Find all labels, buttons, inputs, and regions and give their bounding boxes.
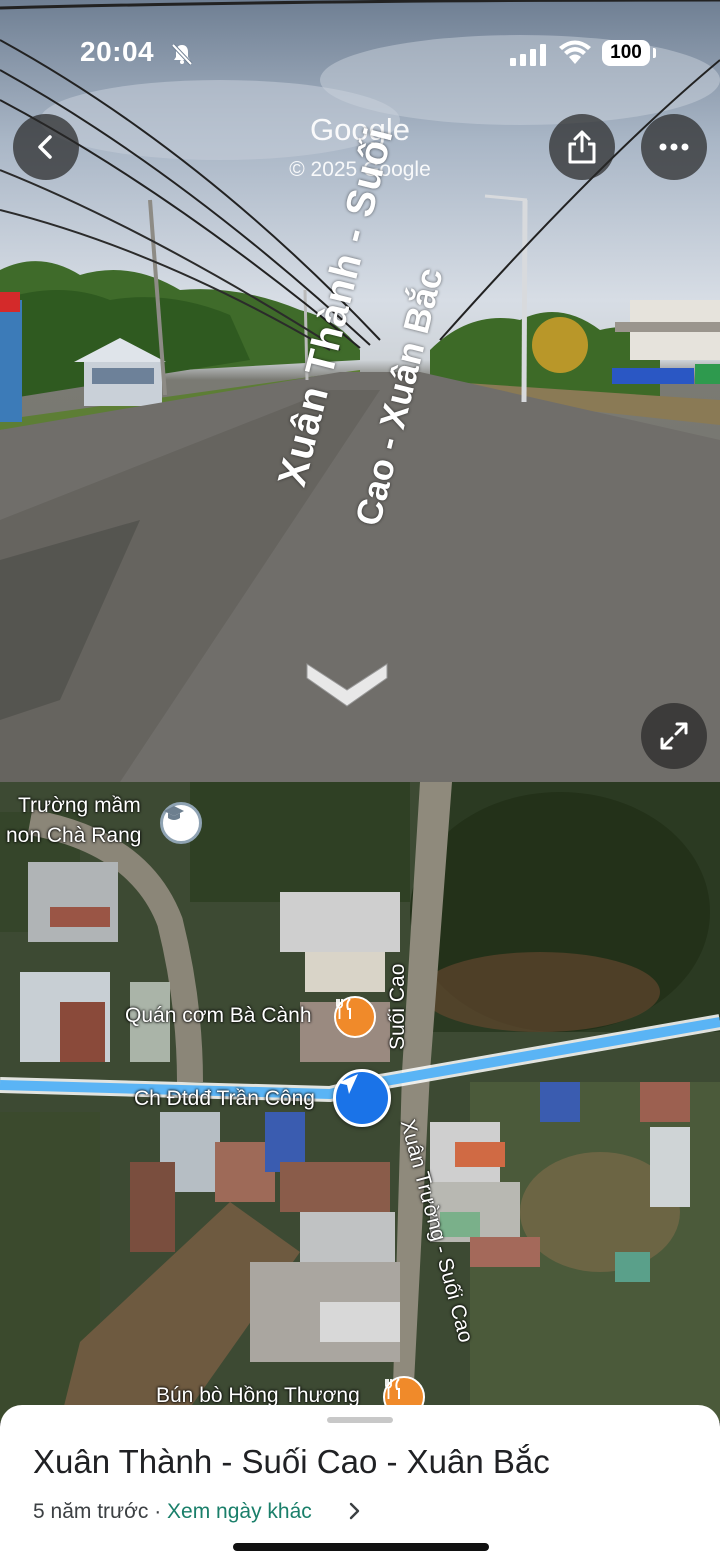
chevron-right-icon[interactable]: [348, 1501, 362, 1521]
navigation-arrow-pin[interactable]: [333, 1069, 391, 1127]
graduation-cap-icon: [164, 806, 184, 820]
battery-indicator: 100: [602, 40, 656, 66]
street-view-panel[interactable]: 20:04 100 Google © 2025 Google Xuân Thàn…: [0, 0, 720, 782]
navigation-arrow-icon: [338, 1074, 358, 1094]
restaurant-pin-1[interactable]: [334, 996, 376, 1038]
more-icon: [659, 143, 689, 151]
map-label-restaurant-1[interactable]: Quán cơm Bà Cành: [125, 1004, 312, 1028]
share-button[interactable]: [549, 114, 615, 180]
fork-knife-icon: [336, 998, 351, 1019]
home-indicator[interactable]: [233, 1543, 489, 1551]
status-bar: 20:04 100: [0, 0, 720, 100]
wifi-icon: [559, 40, 591, 64]
fork-knife-icon: [385, 1378, 400, 1399]
school-pin[interactable]: [160, 802, 202, 844]
expand-icon: [660, 722, 688, 750]
more-options-button[interactable]: [641, 114, 707, 180]
silent-bell-icon: [171, 43, 193, 66]
satellite-map[interactable]: Trường mầm non Chà Rang Quán cơm Bà Cành…: [0, 782, 720, 1422]
street-label-suoi-cao: Suối Cao: [386, 963, 409, 1050]
imagery-age: 5 năm trước: [33, 1500, 149, 1523]
place-bottom-sheet[interactable]: Xuân Thành - Suối Cao - Xuân Bắc 5 năm t…: [0, 1405, 720, 1565]
map-label-school-line1[interactable]: Trường mầm: [18, 794, 141, 818]
sheet-drag-handle[interactable]: [327, 1417, 393, 1423]
expand-button[interactable]: [641, 703, 707, 769]
meta-separator: ·: [148, 1500, 168, 1523]
clock: 20:04: [80, 36, 155, 67]
imagery-date-row: 5 năm trước · Xem ngày khác: [33, 1500, 312, 1524]
share-icon: [568, 130, 596, 164]
cellular-signal-icon: [510, 44, 546, 66]
map-label-school-line2[interactable]: non Chà Rang: [6, 824, 141, 848]
see-other-dates-link[interactable]: Xem ngày khác: [167, 1500, 312, 1523]
chevron-down-icon[interactable]: [303, 654, 391, 710]
map-label-store[interactable]: Ch Đtdđ Trần Công: [134, 1087, 315, 1111]
place-title: Xuân Thành - Suối Cao - Xuân Bắc: [33, 1443, 550, 1480]
